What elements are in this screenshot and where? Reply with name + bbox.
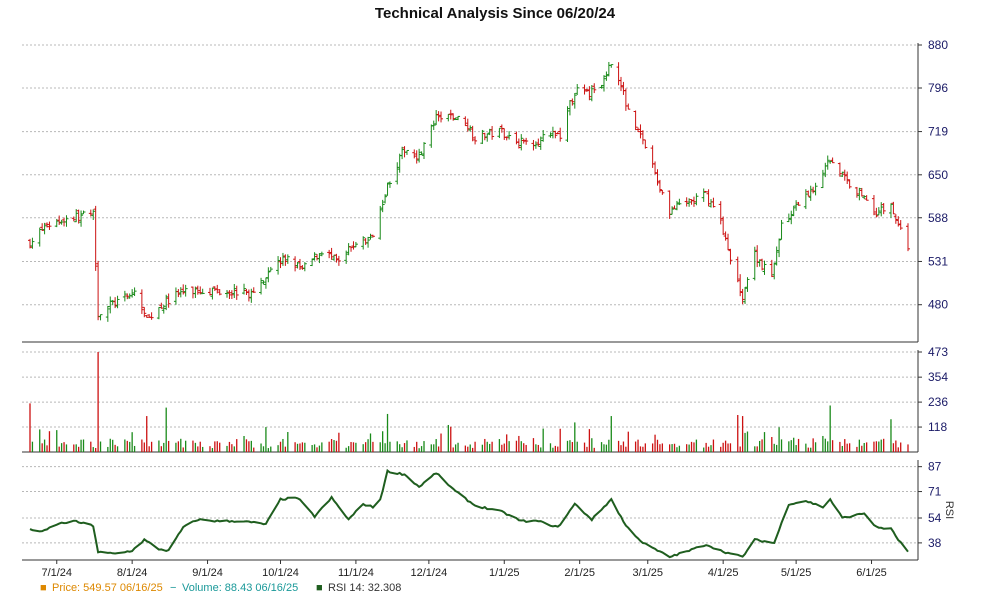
rsi-axis-label: RSI: [943, 501, 955, 519]
legend-volume-marker: −: [170, 582, 176, 594]
x-tick-label: 2/1/25: [564, 567, 595, 579]
x-tick-label: 8/1/24: [117, 567, 148, 579]
y-tick-label-price: 588: [928, 211, 948, 225]
legend-volume-label: Volume: 88.43 06/16/25: [182, 582, 298, 594]
chart-legend: ■ Price: 549.57 06/16/25 − Volume: 88.43…: [40, 582, 401, 594]
x-tick-label: 12/1/24: [411, 567, 448, 579]
x-tick-label: 3/1/25: [632, 567, 663, 579]
y-tick-label-price: 531: [928, 254, 948, 268]
y-tick-label-volume: 118: [928, 420, 947, 434]
y-tick-label-rsi: 87: [928, 460, 942, 474]
x-tick-label: 9/1/24: [192, 567, 223, 579]
rsi-line: [29, 468, 909, 559]
x-tick-label: 4/1/25: [708, 567, 739, 579]
y-tick-label-rsi: 38: [928, 536, 942, 550]
y-tick-label-price: 796: [928, 81, 948, 95]
y-tick-label-price: 650: [928, 168, 948, 182]
x-tick-label: 10/1/24: [262, 567, 299, 579]
y-tick-label-price: 719: [928, 125, 948, 139]
x-tick-label: 7/1/24: [41, 567, 72, 579]
y-tick-label-price: 480: [928, 298, 948, 312]
y-tick-label-volume: 354: [928, 370, 948, 384]
y-tick-label-volume: 473: [928, 345, 948, 359]
y-tick-label-volume: 236: [928, 395, 948, 409]
legend-rsi-marker: ■: [316, 582, 323, 594]
x-tick-label: 6/1/25: [856, 567, 887, 579]
technical-analysis-chart: Technical Analysis Since 06/20/24 480 531…: [22, 5, 955, 594]
legend-price-marker: ■: [40, 582, 47, 594]
chart-panels: 480 531 588 650 719 796 880 118 236 354 473 38 54 71 8…: [22, 38, 955, 579]
y-tick-label-rsi: 71: [928, 485, 942, 499]
y-tick-label-price: 880: [928, 38, 948, 52]
y-tick-label-rsi: 54: [928, 511, 942, 525]
legend-price-label: Price: 549.57 06/16/25: [52, 582, 163, 594]
x-tick-label: 5/1/25: [781, 567, 812, 579]
chart-title: Technical Analysis Since 06/20/24: [375, 5, 616, 22]
legend-rsi-label: RSI 14: 32.308: [328, 582, 401, 594]
x-tick-label: 1/1/25: [489, 567, 520, 579]
x-tick-label: 11/1/24: [338, 567, 374, 579]
